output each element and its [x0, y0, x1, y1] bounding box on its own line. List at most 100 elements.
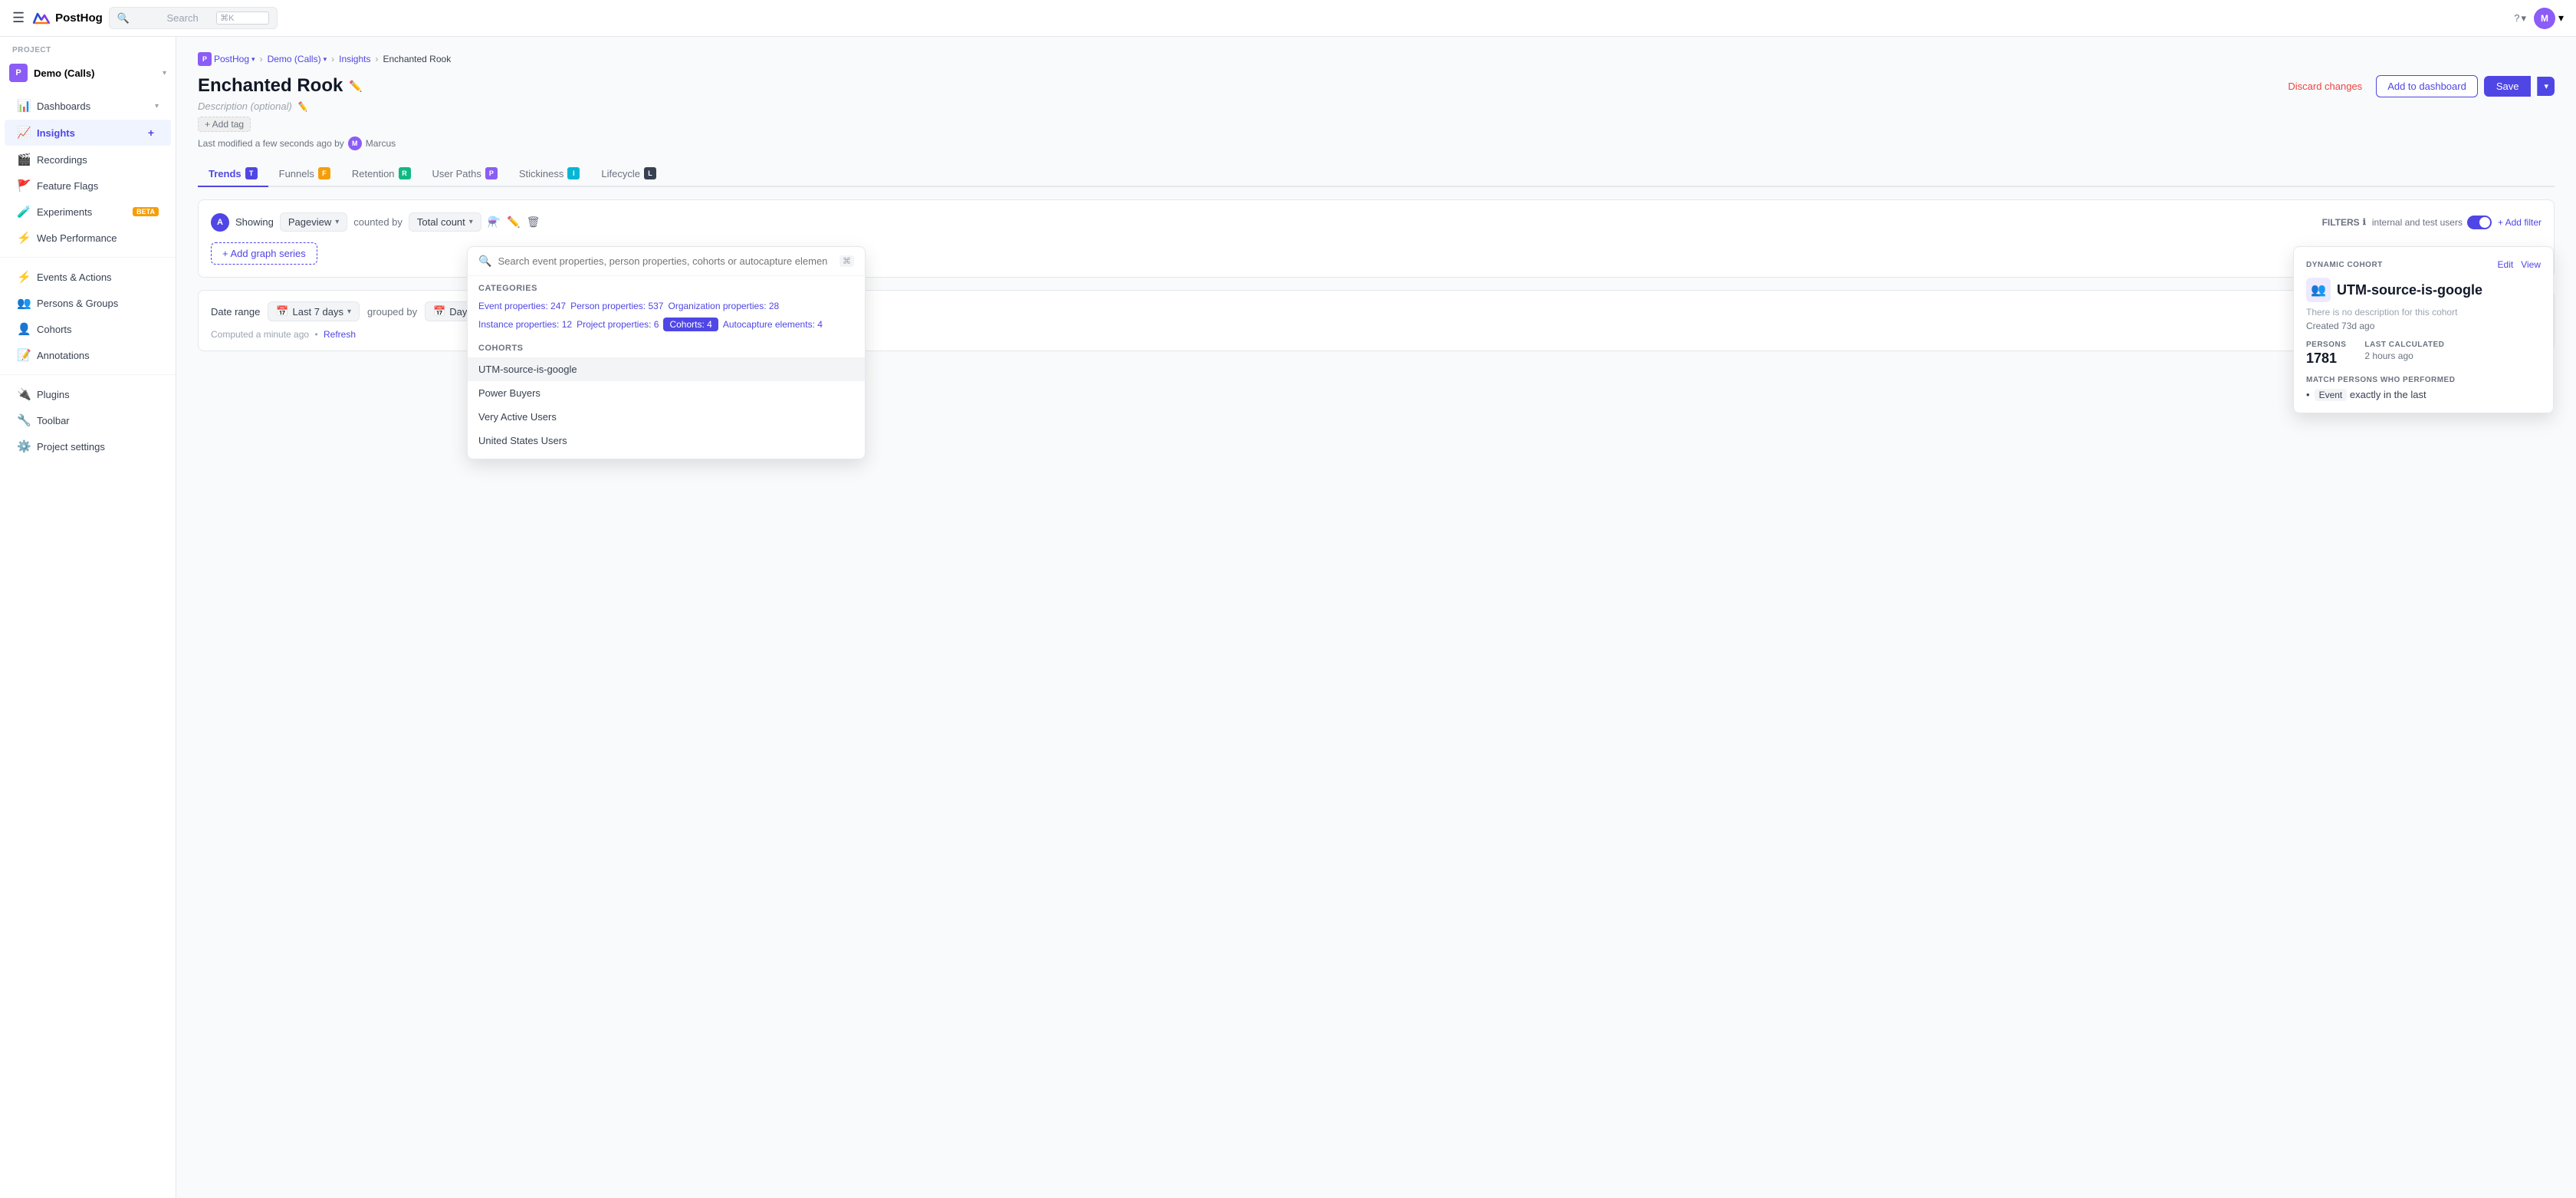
menu-icon[interactable]: ☰	[12, 10, 25, 26]
category-instance-props[interactable]: Instance properties: 12	[478, 318, 572, 331]
add-graph-series-button[interactable]: + Add graph series	[211, 242, 317, 265]
plugins-icon: 🔌	[17, 387, 31, 401]
add-to-dashboard-button[interactable]: Add to dashboard	[2376, 75, 2478, 97]
tab-retention[interactable]: Retention R	[341, 161, 422, 187]
sidebar-item-cohorts[interactable]: 👤 Cohorts	[5, 317, 171, 341]
posthog-badge: P	[198, 52, 212, 66]
category-event-props[interactable]: Event properties: 247	[478, 299, 566, 313]
sidebar-item-insights[interactable]: 📈 Insights +	[5, 120, 171, 146]
edit-series-icon[interactable]: ✏️	[507, 216, 520, 229]
filter-search-icon: 🔍	[478, 255, 491, 268]
sidebar-item-persons-groups[interactable]: 👥 Persons & Groups	[5, 291, 171, 315]
tab-trends[interactable]: Trends T	[198, 161, 268, 187]
category-autocapture[interactable]: Autocapture elements: 4	[723, 318, 823, 331]
categories-label: CATEGORIES	[478, 284, 854, 293]
sidebar-item-label: Toolbar	[37, 415, 159, 426]
tab-stickiness[interactable]: Stickiness I	[508, 161, 591, 187]
cohorts-icon: 👤	[17, 322, 31, 336]
date-range-selector[interactable]: 📅 Last 7 days ▾	[268, 301, 360, 321]
sidebar-item-web-performance[interactable]: ⚡ Web Performance	[5, 225, 171, 250]
insight-controls: A Showing Pageview ▾ counted by Total co…	[211, 212, 540, 232]
cohort-item-us-users[interactable]: United States Users	[468, 429, 865, 453]
sidebar-item-label: Web Performance	[37, 232, 159, 244]
search-box[interactable]: 🔍 Search ⌘K	[109, 7, 278, 29]
sidebar-item-toolbar[interactable]: 🔧 Toolbar	[5, 408, 171, 433]
category-org-props[interactable]: Organization properties: 28	[668, 299, 779, 313]
modified-text: Last modified a few seconds ago by	[198, 138, 344, 149]
sidebar-item-label: Persons & Groups	[37, 298, 159, 309]
main-content: P PostHog ▾ › Demo (Calls) ▾ › Insights …	[176, 37, 2576, 1198]
annotations-icon: 📝	[17, 348, 31, 362]
page-title: Enchanted Rook	[198, 75, 343, 97]
edit-title-icon[interactable]: ✏️	[349, 80, 362, 93]
breadcrumb-posthog[interactable]: P PostHog ▾	[198, 52, 255, 66]
funnels-badge: F	[318, 167, 330, 179]
total-count-selector[interactable]: Total count ▾	[409, 212, 481, 232]
control-icons: ⚗️ ✏️ 🗑	[488, 216, 540, 229]
edit-description-icon[interactable]: ✏️	[297, 101, 308, 112]
category-person-props[interactable]: Person properties: 537	[570, 299, 663, 313]
cohort-item-utm[interactable]: UTM-source-is-google	[468, 357, 865, 381]
sidebar-item-recordings[interactable]: 🎬 Recordings	[5, 147, 171, 172]
retention-label: Retention	[352, 168, 395, 179]
page-header-actions: Discard changes Add to dashboard Save ▾	[2280, 75, 2555, 97]
filter-icon[interactable]: ⚗️	[488, 216, 501, 229]
breadcrumb-sep-3: ›	[375, 54, 378, 64]
retention-badge: R	[399, 167, 411, 179]
pageview-chevron: ▾	[335, 218, 339, 226]
tab-funnels[interactable]: Funnels F	[268, 161, 341, 187]
sidebar-item-dashboards[interactable]: 📊 Dashboards ▾	[5, 94, 171, 118]
cohort-item-very-active[interactable]: Very Active Users	[468, 405, 865, 429]
cohort-icon: 👥	[2306, 278, 2331, 302]
breadcrumb-insights[interactable]: Insights	[339, 54, 370, 64]
help-chevron: ▾	[2521, 12, 2526, 25]
page-header: Enchanted Rook ✏️ Discard changes Add to…	[198, 75, 2555, 97]
project-name: Demo (Calls)	[34, 67, 156, 79]
breadcrumb-demo-calls[interactable]: Demo (Calls) ▾	[268, 54, 327, 64]
discard-button[interactable]: Discard changes	[2280, 76, 2370, 97]
modified-row: Last modified a few seconds ago by M Mar…	[198, 137, 2555, 150]
filters-text: FILTERS	[2322, 217, 2360, 228]
cohort-edit-link[interactable]: Edit	[2498, 259, 2514, 270]
cohort-item-power-buyers[interactable]: Power Buyers	[468, 381, 865, 405]
user-paths-badge: P	[485, 167, 498, 179]
breadcrumb: P PostHog ▾ › Demo (Calls) ▾ › Insights …	[198, 52, 2555, 66]
internal-test-toggle[interactable]	[2467, 216, 2492, 229]
computed-text: Computed a minute ago	[211, 329, 309, 340]
help-button[interactable]: ? ▾	[2514, 12, 2526, 25]
save-dropdown-button[interactable]: ▾	[2537, 77, 2555, 96]
breadcrumb-current: Enchanted Rook	[383, 54, 451, 64]
sidebar-item-annotations[interactable]: 📝 Annotations	[5, 343, 171, 367]
category-project-props[interactable]: Project properties: 6	[577, 318, 659, 331]
tab-user-paths[interactable]: User Paths P	[422, 161, 508, 187]
sidebar-item-plugins[interactable]: 🔌 Plugins	[5, 382, 171, 406]
filter-search-input[interactable]	[498, 255, 833, 267]
category-cohorts[interactable]: Cohorts: 4	[663, 318, 718, 331]
insights-add-icon[interactable]: +	[143, 125, 159, 140]
cohort-view-link[interactable]: View	[2521, 259, 2541, 270]
delete-series-icon[interactable]: 🗑	[527, 216, 540, 229]
sidebar-item-label: Recordings	[37, 154, 159, 166]
sidebar-item-label: Insights	[37, 127, 137, 139]
cohort-last-calc-stat: LAST CALCULATED 2 hours ago	[2364, 341, 2444, 367]
sidebar-item-project-settings[interactable]: ⚙️ Project settings	[5, 434, 171, 459]
refresh-link[interactable]: Refresh	[324, 329, 356, 340]
grouped-by-icon: 📅	[433, 305, 445, 318]
project-selector[interactable]: P Demo (Calls) ▾	[0, 59, 176, 87]
tab-lifecycle[interactable]: Lifecycle L	[590, 161, 667, 187]
sidebar-item-feature-flags[interactable]: 🚩 Feature Flags	[5, 173, 171, 198]
sidebar-item-events-actions[interactable]: ⚡ Events & Actions	[5, 265, 171, 289]
cohort-persons-stat: PERSONS 1781	[2306, 341, 2346, 367]
add-tag-button[interactable]: + Add tag	[198, 117, 251, 132]
search-shortcut: ⌘K	[216, 12, 269, 25]
posthog-logo-icon	[31, 8, 52, 29]
add-filter-button[interactable]: + Add filter	[2498, 217, 2542, 228]
sidebar-divider	[0, 257, 176, 258]
user-menu[interactable]: M ▾	[2534, 8, 2564, 29]
pageview-selector[interactable]: Pageview ▾	[280, 212, 347, 232]
save-button[interactable]: Save	[2484, 76, 2532, 97]
sidebar-item-experiments[interactable]: 🧪 Experiments BETA	[5, 199, 171, 224]
categories-section: CATEGORIES Event properties: 247 Person …	[468, 276, 865, 337]
modified-user: Marcus	[366, 138, 396, 149]
add-filter-label: + Add filter	[2498, 217, 2542, 228]
